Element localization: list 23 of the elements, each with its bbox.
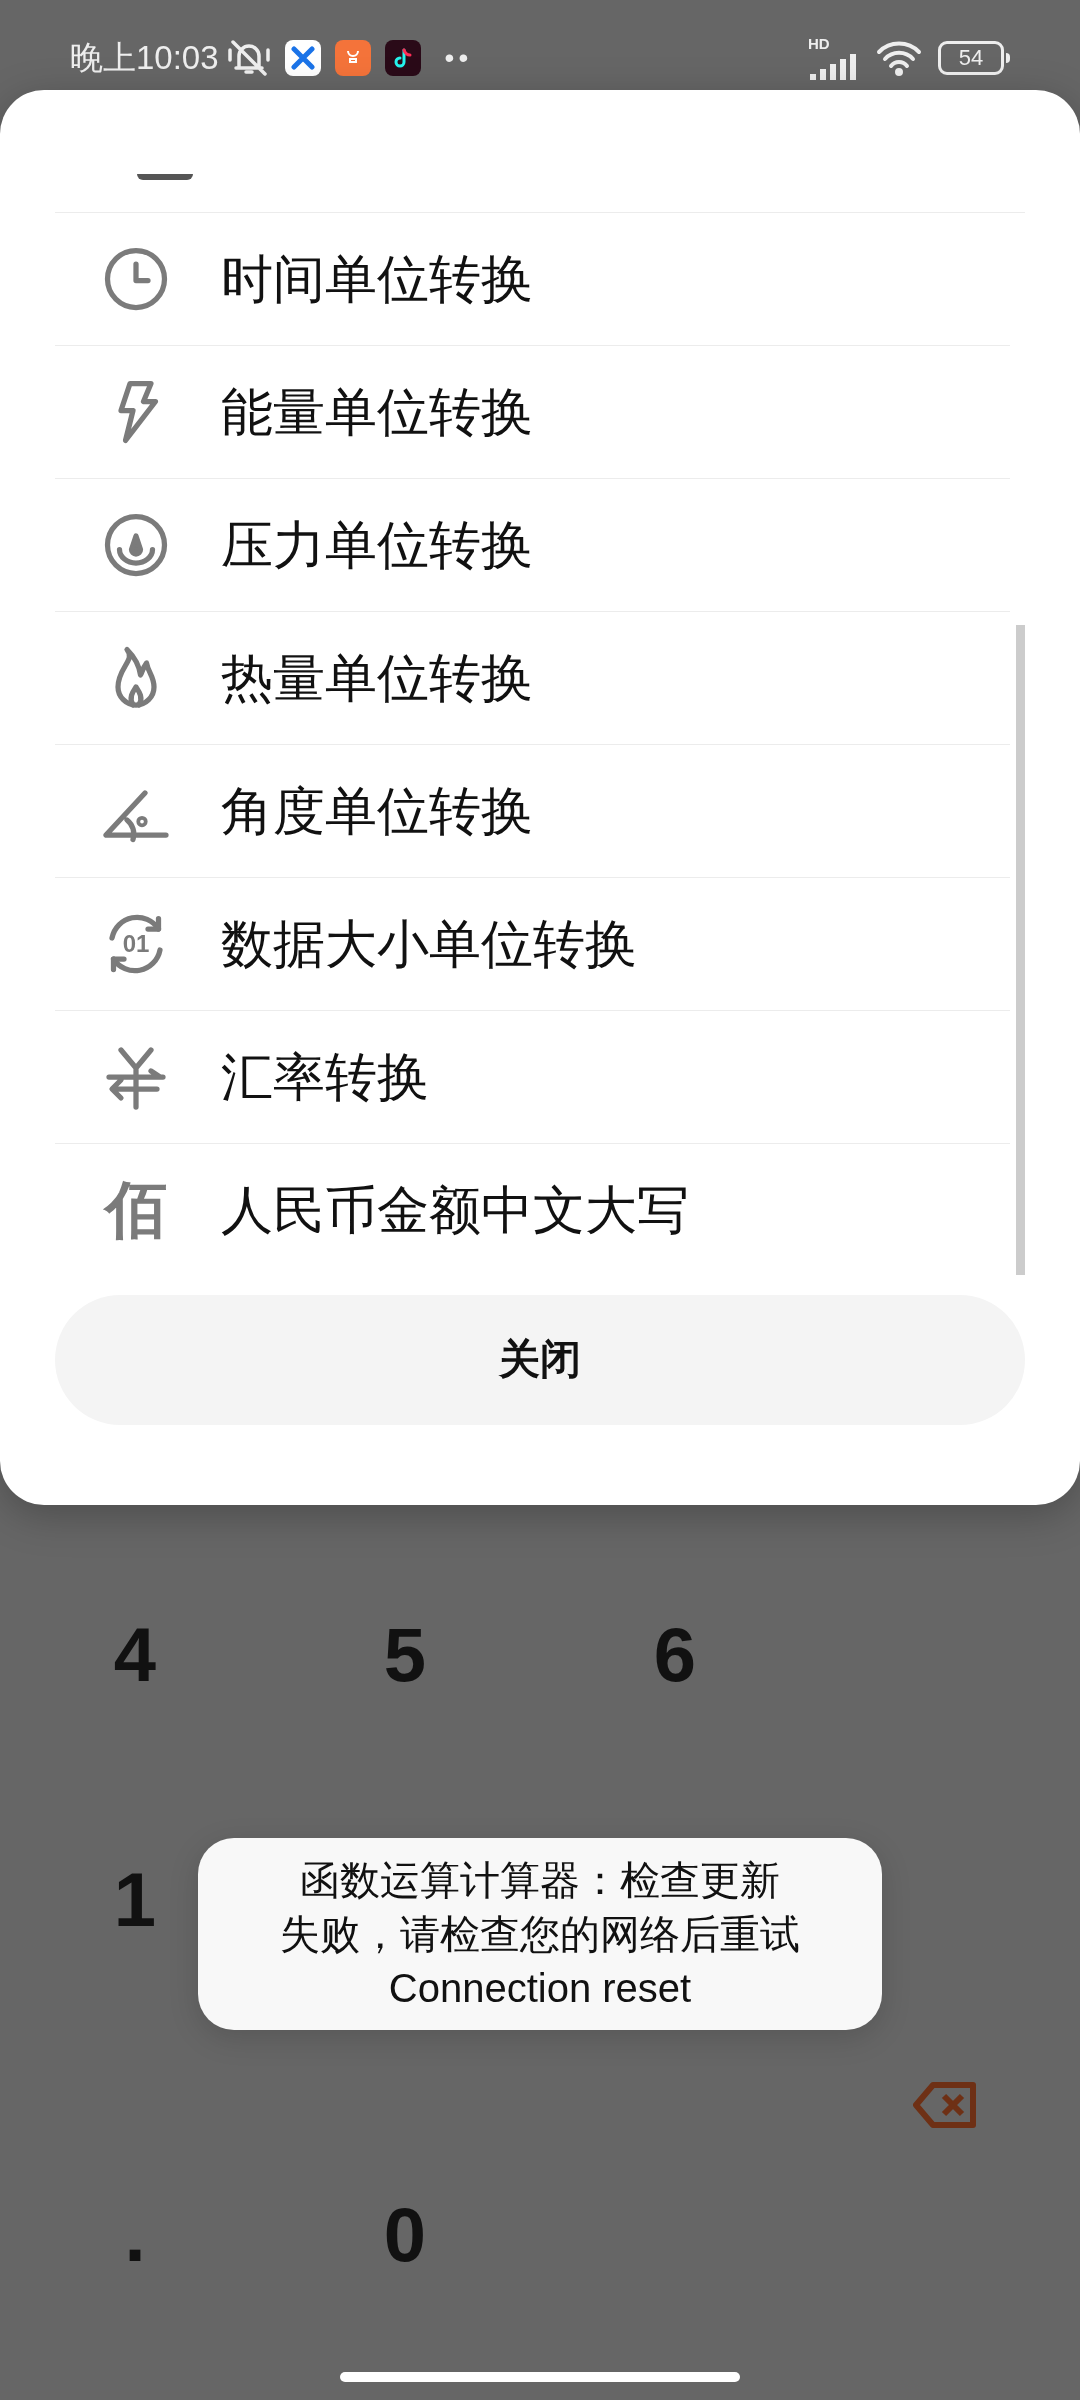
more-notifications: •• [444,41,473,75]
converter-list-item[interactable]: 热量单位转换 [55,612,1010,745]
backspace-icon[interactable] [913,2081,977,2129]
converter-list-item[interactable]: 角度单位转换 [55,745,1010,878]
toast-text: 函数运算计算器：检查更新 [300,1857,780,1904]
music-note-icon [384,40,421,76]
converter-list-item[interactable]: 01 数据大小单位转换 [55,878,1010,1011]
status-time: 晚上10:03 [70,38,219,79]
converter-list-item[interactable]: 时间单位转换 [55,213,1010,346]
wifi-icon [876,40,922,76]
converter-list-item[interactable]: 压力单位转换 [55,479,1010,612]
muted-bell-icon [226,38,271,78]
shop-bag-icon [334,40,371,76]
signal-indicator: HD [808,36,858,80]
converter-list-item[interactable]: 佰 人民币金额中文大写 [55,1144,1010,1275]
close-button[interactable]: 关闭 [55,1295,1025,1425]
converter-list-item[interactable]: 能量单位转换 [55,346,1010,479]
battery-indicator: 54 [938,41,1010,75]
toast-text: Connection reset [388,1965,692,2012]
converter-list-item[interactable]: 汇率转换 [55,1011,1010,1144]
toast-text: 失败，请检查您的网络后重试 [280,1911,800,1958]
app-notification-icon [284,40,321,76]
character-icon: 佰 [105,1179,167,1241]
